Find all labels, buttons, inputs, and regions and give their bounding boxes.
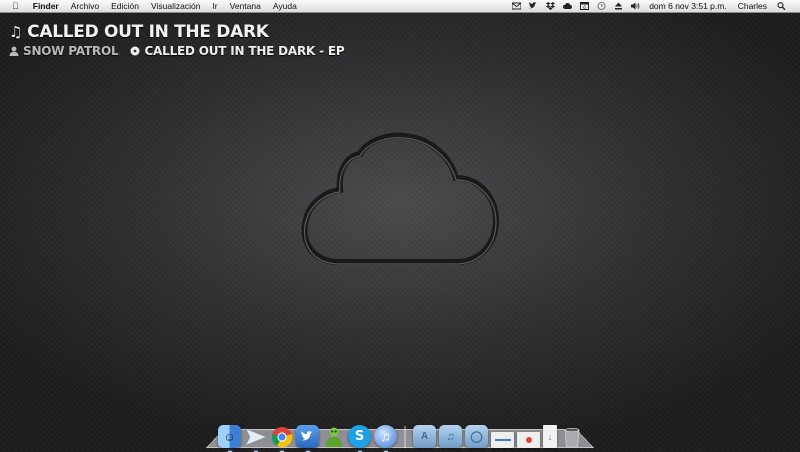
menu-archivo[interactable]: Archivo xyxy=(65,0,105,12)
dock-finder-icon[interactable]: ☺ xyxy=(218,425,241,452)
menu-user[interactable]: Charles xyxy=(732,0,773,12)
menu-edicion[interactable]: Edición xyxy=(105,0,145,12)
now-playing-artist: SNOW PATROL xyxy=(23,44,119,58)
dock-chrome-icon[interactable] xyxy=(270,425,293,452)
svg-text:6: 6 xyxy=(583,5,586,10)
dock-music-folder-icon[interactable]: ♫ xyxy=(439,425,462,448)
cloud-icon[interactable] xyxy=(563,2,573,10)
dock-adium-icon[interactable] xyxy=(322,425,345,448)
mail-icon[interactable] xyxy=(512,2,522,10)
menu-visualizacion[interactable]: Visualización xyxy=(145,0,206,12)
dock-trash-icon[interactable] xyxy=(560,425,583,448)
clock-icon[interactable] xyxy=(597,2,606,10)
now-playing-widget: ♫ CALLED OUT IN THE DARK SNOW PATROL CAL… xyxy=(9,21,345,58)
dock-window-thumbnail-icon[interactable] xyxy=(491,432,514,448)
volume-icon[interactable] xyxy=(631,2,640,10)
menu-clock[interactable]: dom 6 nov 3:51 p.m. xyxy=(644,1,732,11)
now-playing-details: SNOW PATROL CALLED OUT IN THE DARK - EP xyxy=(9,44,345,58)
apple-menu-icon[interactable]:  xyxy=(10,0,27,12)
now-playing-artist-row: SNOW PATROL xyxy=(9,44,119,58)
dock-itunes-icon[interactable]: ♫ xyxy=(374,425,397,452)
dock-tweetbot-icon[interactable] xyxy=(296,425,319,452)
menu-ir[interactable]: Ir xyxy=(206,0,223,12)
dock-skype-icon[interactable]: S xyxy=(348,425,371,452)
menu-bar:  Finder Archivo Edición Visualización I… xyxy=(0,0,800,13)
dock-documents-folder-icon[interactable]: ◯ xyxy=(465,425,488,448)
disc-icon xyxy=(130,46,140,56)
now-playing-track-row: ♫ CALLED OUT IN THE DARK xyxy=(9,21,344,43)
icloud-wallpaper-icon xyxy=(301,132,500,265)
eject-icon[interactable] xyxy=(614,2,623,10)
dock-window-thumbnail-icon[interactable] xyxy=(517,432,540,448)
person-icon xyxy=(9,46,19,56)
spotlight-search-icon[interactable] xyxy=(777,2,786,10)
twitter-icon[interactable] xyxy=(529,2,538,10)
dock-sparrow-icon[interactable] xyxy=(244,425,267,452)
menu-ventana[interactable]: Ventana xyxy=(224,0,267,12)
dock: ☺ S ♫ A ♫ ◯ ↓ xyxy=(218,418,583,452)
dropbox-icon[interactable] xyxy=(546,2,556,10)
music-note-icon: ♫ xyxy=(9,23,23,41)
dock-downloads-stack-icon[interactable]: ↓ xyxy=(543,425,557,448)
menu-ayuda[interactable]: Ayuda xyxy=(267,0,303,12)
menu-app-name[interactable]: Finder xyxy=(27,0,65,12)
now-playing-album-row: CALLED OUT IN THE DARK - EP xyxy=(130,44,345,58)
now-playing-album: CALLED OUT IN THE DARK - EP xyxy=(144,44,345,58)
calendar-icon[interactable]: 6 xyxy=(580,2,590,10)
dock-separator xyxy=(404,426,406,448)
dock-applications-folder-icon[interactable]: A xyxy=(413,425,436,448)
now-playing-track: CALLED OUT IN THE DARK xyxy=(27,22,269,42)
